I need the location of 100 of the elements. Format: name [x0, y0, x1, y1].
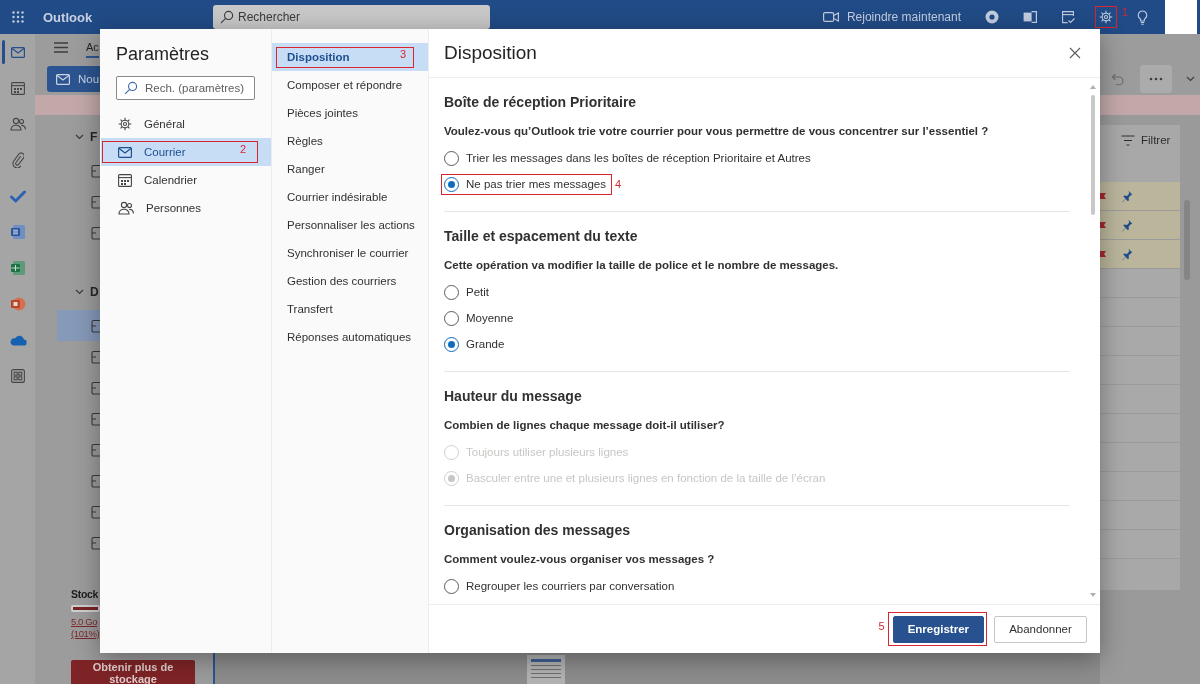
search-icon: [220, 10, 234, 24]
storage-usage-link[interactable]: 5.0 Go: [71, 616, 98, 628]
settings-subcategory[interactable]: Pièces jointes: [272, 99, 428, 127]
settings-category[interactable]: Général: [101, 110, 271, 138]
message-row[interactable]: [1100, 211, 1180, 240]
folder-group-label[interactable]: D: [90, 285, 99, 299]
radio-button[interactable]: [444, 310, 459, 326]
mail-icon: [10, 46, 25, 58]
settings-subcategory[interactable]: Gestion des courriers: [272, 267, 428, 295]
settings-subcategory[interactable]: Composer et répondre: [272, 71, 428, 99]
settings-icon[interactable]: [1099, 10, 1113, 24]
settings-subcategory[interactable]: Courrier indésirable: [272, 183, 428, 211]
lightbulb-icon[interactable]: [1137, 9, 1148, 25]
section-question: Voulez-vous qu’Outlook trie votre courrier pour vous permettre de vous concentrer sur l’essentiel ?: [444, 124, 990, 139]
annotation-number: 1: [1122, 6, 1129, 18]
app-name: Outlook: [43, 9, 93, 25]
app-launcher-icon[interactable]: [12, 11, 24, 23]
new-button[interactable]: Nou: [47, 66, 100, 92]
message-row[interactable]: [1100, 240, 1180, 269]
section-question: Combien de lignes chaque message doit-il utiliser?: [444, 418, 726, 433]
checkmark-icon: [9, 189, 26, 203]
filter-icon: [1121, 134, 1135, 146]
radio-button[interactable]: [444, 336, 459, 352]
folder-icon: [91, 504, 100, 519]
settings-category[interactable]: Calendrier: [101, 166, 271, 194]
undo-icon[interactable]: [1111, 72, 1124, 86]
document-tile-icon: [9, 224, 26, 240]
paperclip-icon: [11, 152, 24, 168]
settings-search-field[interactable]: Rech. (paramètres): [116, 76, 255, 100]
radio-option[interactable]: Ne pas trier mes messages: [444, 171, 606, 197]
settings-subcategory[interactable]: Règles: [272, 127, 428, 155]
annotation-number: 5: [878, 619, 885, 632]
close-icon[interactable]: [1069, 47, 1081, 59]
radio-button[interactable]: [444, 150, 459, 166]
folder-icon: [91, 411, 100, 426]
settings-category[interactable]: Personnes: [101, 194, 271, 222]
round-logo-icon[interactable]: [985, 10, 999, 24]
storage-usage-link[interactable]: (101%): [71, 628, 100, 640]
filter-button[interactable]: Filtrer: [1121, 134, 1171, 146]
radio-option[interactable]: Moyenne: [444, 305, 514, 331]
radio-option[interactable]: Trier les messages dans les boîtes de réception Prioritaire et Autres: [444, 145, 811, 171]
annotation-number: 4: [614, 178, 622, 190]
pin-icon[interactable]: [1121, 247, 1133, 261]
calendar-check-icon[interactable]: [1061, 10, 1075, 24]
save-button[interactable]: Enregistrer: [892, 615, 984, 643]
document-panel-icon[interactable]: [1023, 10, 1037, 24]
annotation-number: 2: [239, 143, 246, 155]
discard-button[interactable]: Abandonner: [994, 615, 1087, 643]
section-title: Hauteur du message: [444, 387, 583, 406]
message-row[interactable]: [1100, 182, 1180, 211]
people-icon: [9, 117, 26, 131]
storage-title: Stock: [71, 587, 99, 601]
folder-icon: [91, 194, 100, 209]
folder-icon: [91, 380, 100, 395]
mail-icon: [118, 146, 132, 158]
radio-button[interactable]: [444, 284, 459, 300]
folder-icon: [91, 318, 100, 333]
chevron-down-icon[interactable]: [75, 134, 84, 140]
folder-icon: [91, 349, 100, 364]
calendar-icon: [10, 81, 25, 95]
section-title: Boîte de réception Prioritaire: [444, 93, 638, 112]
ribbon-tab[interactable]: Ac: [86, 36, 99, 58]
pin-icon[interactable]: [1121, 218, 1133, 232]
mail-icon: [56, 73, 70, 85]
slide-tile-icon: [9, 296, 26, 312]
section-title: Organisation des messages: [444, 521, 631, 540]
settings-subcategory[interactable]: Personnaliser les actions: [272, 211, 428, 239]
folder-icon: [91, 442, 100, 457]
settings-subcategory[interactable]: Synchroniser le courrier: [272, 239, 428, 267]
folder-item[interactable]: [57, 310, 100, 341]
spreadsheet-tile-icon: [9, 260, 26, 276]
apps-icon: [10, 369, 25, 383]
radio-button[interactable]: [444, 578, 459, 594]
document-thumbnail-drawing: [527, 655, 565, 684]
section-question: Cette opération va modifier la taille de police et le nombre de messages.: [444, 258, 840, 273]
folder-icon: [91, 473, 100, 488]
folder-icon: [91, 225, 100, 240]
section-title: Taille et espacement du texte: [444, 227, 639, 246]
folder-icon: [91, 535, 100, 550]
pin-icon[interactable]: [1121, 189, 1133, 203]
annotation-number: 3: [399, 48, 406, 60]
settings-subcategory[interactable]: Réponses automatiques: [272, 323, 428, 351]
radio-option[interactable]: Regrouper les courriers par conversation: [444, 573, 675, 599]
join-meeting-button[interactable]: Rejoindre maintenant: [822, 10, 961, 24]
radio-option[interactable]: Grande: [444, 331, 505, 357]
settings-subcategory[interactable]: Transfert: [272, 295, 428, 323]
settings-subcategory[interactable]: Ranger: [272, 155, 428, 183]
radio-button[interactable]: [444, 176, 459, 192]
cloud-icon: [8, 334, 27, 346]
menu-icon[interactable]: [54, 41, 68, 53]
video-camera-icon: [822, 11, 839, 23]
people-icon: [118, 201, 134, 215]
search-field[interactable]: Rechercher: [213, 5, 490, 29]
folder-icon: [91, 163, 100, 178]
chevron-down-icon[interactable]: [75, 289, 84, 295]
chevron-down-icon[interactable]: [1186, 76, 1195, 82]
folder-group-label[interactable]: F: [90, 130, 98, 144]
panel-title: Disposition: [444, 42, 538, 64]
gear-icon: [118, 117, 132, 131]
radio-option[interactable]: Petit: [444, 279, 489, 305]
